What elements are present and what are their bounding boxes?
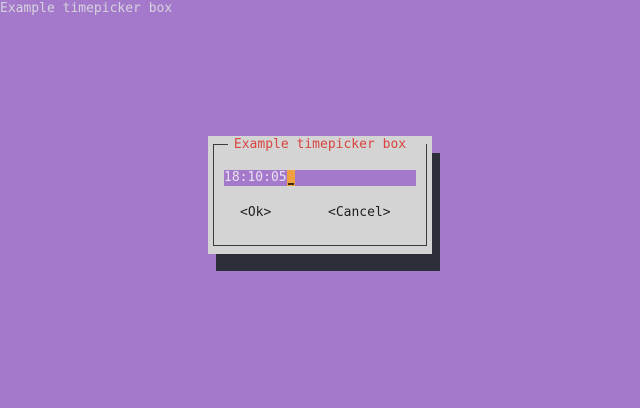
backtitle: Example timepicker box xyxy=(0,1,173,16)
dialog-frame xyxy=(213,143,427,246)
time-value: 18:10:05 xyxy=(224,170,287,185)
time-input[interactable]: 18:10:05 xyxy=(224,170,416,186)
timepicker-dialog: Example timepicker box 18:10:05 <Ok> <Ca… xyxy=(208,136,432,254)
text-cursor xyxy=(286,170,295,186)
cancel-button[interactable]: <Cancel> xyxy=(328,205,391,220)
dialog-title: Example timepicker box xyxy=(233,137,407,152)
ok-button[interactable]: <Ok> xyxy=(240,205,271,220)
